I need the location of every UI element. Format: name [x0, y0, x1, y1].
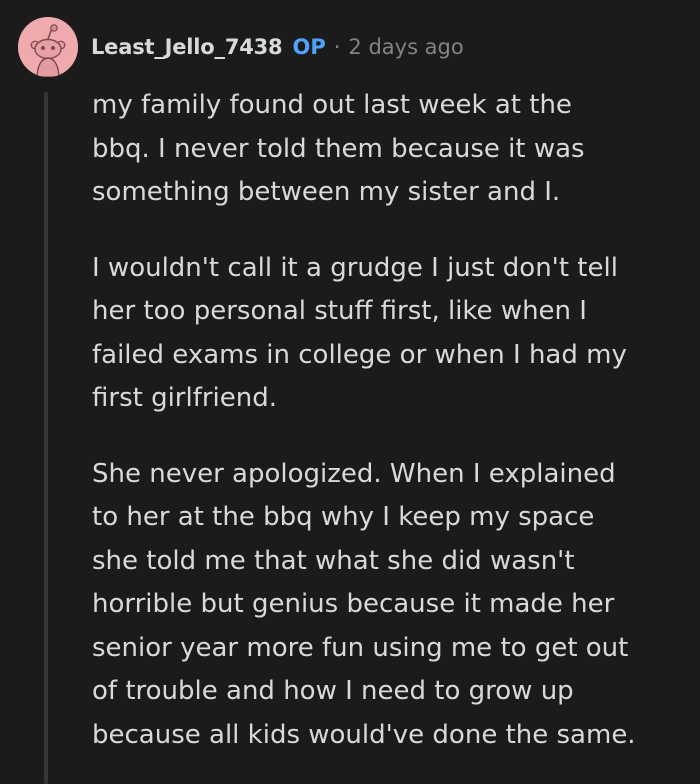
snoo-avatar-icon: [18, 17, 78, 77]
text-line: I wouldn't call it a grudge I just don't…: [92, 252, 618, 283]
text-line: of trouble and how I need to grow up: [92, 676, 574, 706]
text-line: bbq. I never told them because it was: [92, 133, 585, 164]
text-line: to her at the bbq why I keep my space: [92, 502, 595, 532]
op-badge: OP: [292, 35, 326, 59]
text-line: something between my sister and I.: [92, 177, 561, 207]
comment-paragraph: She never apologized. When I explained t…: [92, 453, 684, 758]
text-line: because all kids would've done the same.: [92, 719, 636, 750]
comment-body: my family found out last week at the bbq…: [92, 84, 684, 757]
comment-paragraph: I wouldn't call it a grudge I just don't…: [92, 247, 684, 421]
text-line: She never apologized. When I explained: [92, 458, 616, 489]
text-line: senior year more fun using me to get out: [92, 632, 629, 663]
text-line: horrible but genius because it made her: [92, 589, 615, 619]
thread-collapse-line[interactable]: [44, 92, 48, 784]
avatar[interactable]: [18, 17, 78, 77]
text-line: she told me that what she did wasn't: [92, 545, 575, 576]
comment-paragraph: my family found out last week at the bbq…: [92, 84, 684, 215]
text-line: her too personal stuff first, like when …: [92, 296, 587, 326]
text-line: my family found out last week at the: [92, 90, 572, 120]
timestamp[interactable]: 2 days ago: [348, 35, 463, 59]
username-link[interactable]: Least_Jello_7438: [91, 35, 283, 59]
separator-dot: ·: [333, 35, 341, 59]
text-line: failed exams in college or when I had my: [92, 339, 627, 370]
text-line: first girlfriend.: [92, 383, 278, 413]
comment: Least_Jello_7438 OP · 2 days ago my fami…: [0, 0, 700, 784]
comment-header: Least_Jello_7438 OP · 2 days ago: [91, 30, 464, 64]
